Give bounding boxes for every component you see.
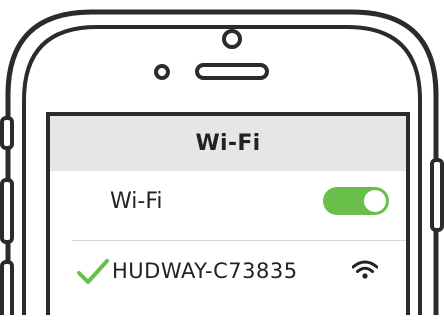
navigation-bar: Wi-Fi (50, 116, 406, 171)
front-camera-icon (222, 29, 242, 49)
speaker-icon (195, 63, 269, 80)
page-title: Wi-Fi (195, 131, 261, 156)
settings-screen: Wi-Fi Wi-Fi HUDWAY-C73835 (50, 116, 406, 326)
checkmark-icon (77, 259, 109, 284)
sensor-icon (154, 64, 170, 80)
wifi-toggle-switch[interactable] (323, 187, 389, 215)
network-name: HUDWAY-C73835 (112, 259, 298, 283)
wifi-toggle-row: Wi-Fi (50, 171, 406, 231)
wifi-label: Wi-Fi (110, 188, 163, 214)
network-row-hudway[interactable]: HUDWAY-C73835 (50, 241, 406, 301)
wifi-signal-icon (352, 260, 378, 279)
toggle-knob (364, 190, 386, 212)
